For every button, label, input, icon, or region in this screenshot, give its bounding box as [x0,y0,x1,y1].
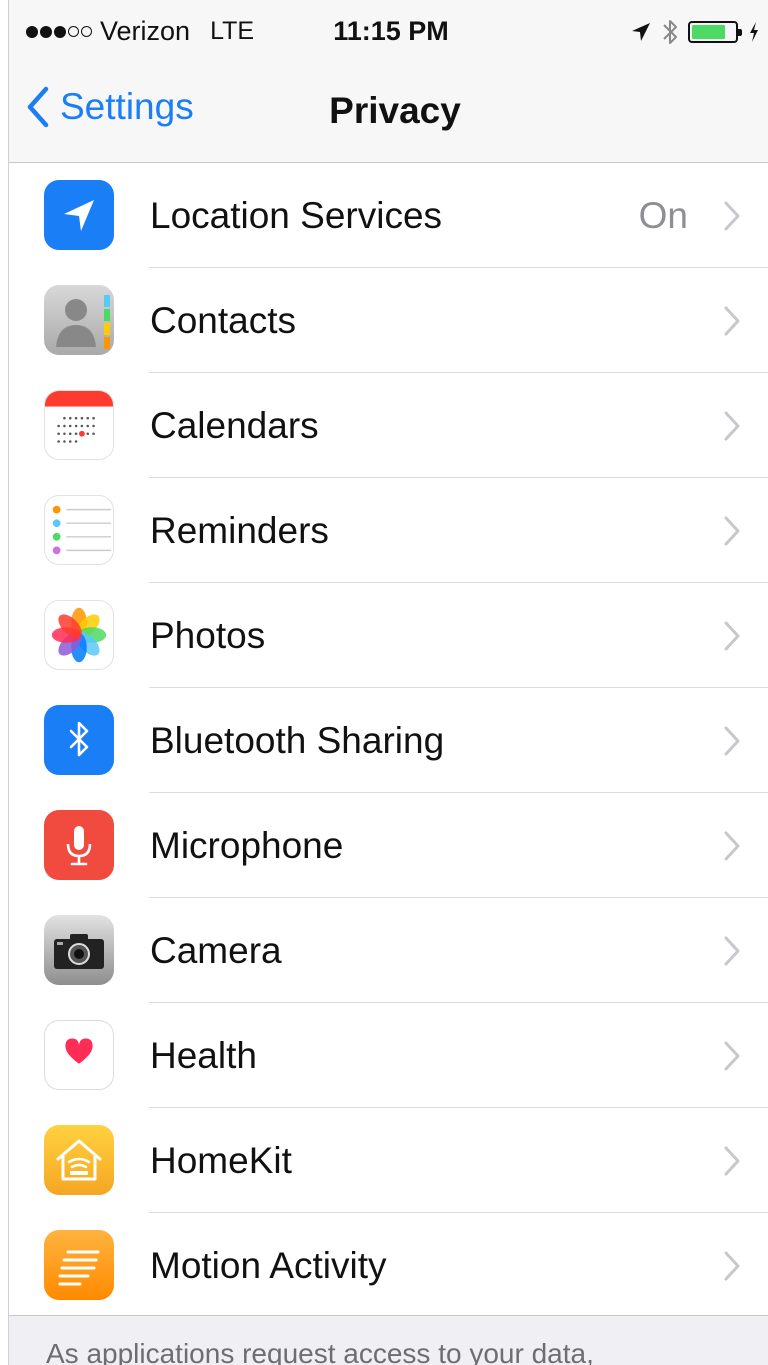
chevron-right-icon [724,1251,740,1281]
microphone-icon [44,810,114,880]
navigation-bar: Settings Privacy [8,68,768,163]
chevron-right-icon [724,621,740,651]
contacts-icon [44,285,114,355]
reminders-icon [44,495,114,565]
location-arrow-icon [632,23,650,41]
row-detail: On [638,194,688,236]
row-label: Camera [150,929,282,971]
chevron-right-icon [724,936,740,966]
row-contacts[interactable]: Contacts [8,268,768,373]
row-label: Calendars [150,404,319,446]
footer: As applications request access to your d… [8,1315,768,1365]
chevron-right-icon [724,516,740,546]
row-label: HomeKit [150,1139,292,1181]
row-health[interactable]: Health [8,1003,768,1108]
row-homekit[interactable]: HomeKit [8,1108,768,1213]
privacy-list: Location Services On Contacts Calendars … [8,163,768,1318]
motion-activity-icon [44,1230,114,1300]
row-label: Motion Activity [150,1244,387,1286]
row-camera[interactable]: Camera [8,898,768,1003]
battery-icon [688,21,742,43]
row-label: Location Services [150,194,443,236]
status-right [630,18,760,46]
row-photos[interactable]: Photos [8,583,768,688]
row-motion-activity[interactable]: Motion Activity [8,1213,768,1318]
status-bar: Verizon LTE 11:15 PM [8,0,768,68]
page-title: Privacy [329,90,461,131]
row-reminders[interactable]: Reminders [8,478,768,583]
row-label: Reminders [150,509,329,551]
camera-icon [44,915,114,985]
row-location-services[interactable]: Location Services On [8,163,768,268]
row-label: Photos [150,614,266,656]
bluetooth-sharing-icon [44,705,114,775]
row-microphone[interactable]: Microphone [8,793,768,898]
chevron-right-icon [724,201,740,231]
health-icon [44,1020,114,1090]
calendar-icon [44,390,114,460]
location-services-icon [44,180,114,250]
chevron-right-icon [724,1041,740,1071]
row-label: Microphone [150,824,344,866]
row-label: Health [150,1034,257,1076]
chevron-right-icon [724,306,740,336]
footer-text: As applications request access to your d… [46,1338,594,1365]
chevron-right-icon [724,1146,740,1176]
row-label: Contacts [150,299,297,341]
photos-icon [44,600,114,670]
phone-screen: Verizon LTE 11:15 PM Settings Privacy Lo… [0,0,768,1365]
charging-icon [750,22,758,42]
row-bluetooth-sharing[interactable]: Bluetooth Sharing [8,688,768,793]
homekit-icon [44,1125,114,1195]
chevron-right-icon [724,411,740,441]
row-label: Bluetooth Sharing [150,719,445,761]
chevron-right-icon [724,831,740,861]
bluetooth-icon [663,20,677,44]
chevron-right-icon [724,726,740,756]
row-calendars[interactable]: Calendars [8,373,768,478]
